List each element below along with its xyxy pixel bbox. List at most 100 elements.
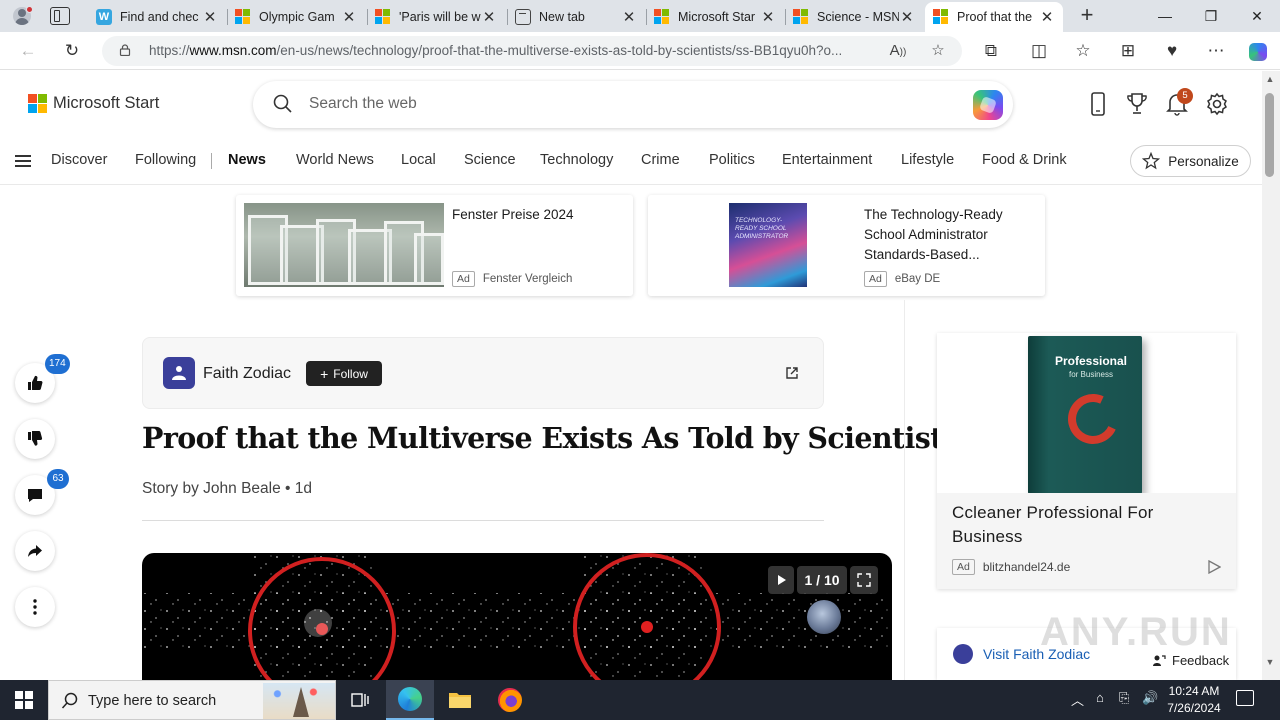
personalize-button[interactable]: Personalize bbox=[1130, 145, 1251, 177]
likes-count-badge: 174 bbox=[45, 354, 70, 374]
publisher-name[interactable]: Faith Zodiac bbox=[203, 365, 291, 383]
play-slideshow-button[interactable] bbox=[768, 566, 794, 594]
extensions-icon[interactable]: ⧉ bbox=[977, 38, 1005, 64]
scroll-up-arrow[interactable]: ▲ bbox=[1265, 74, 1275, 84]
close-tab-icon[interactable]: ✕ bbox=[899, 8, 915, 26]
folder-icon bbox=[449, 693, 471, 708]
refresh-button[interactable]: ↻ bbox=[58, 38, 86, 64]
back-button[interactable]: ← bbox=[14, 38, 42, 64]
restore-button[interactable]: ❐ bbox=[1188, 4, 1234, 28]
tab-proof-multiverse[interactable]: Proof that the ✕ bbox=[925, 2, 1063, 32]
feedback-button[interactable]: Feedback bbox=[1146, 651, 1236, 670]
close-tab-icon[interactable]: ✕ bbox=[202, 8, 218, 26]
web-search-box[interactable] bbox=[253, 81, 1013, 128]
close-tab-icon[interactable]: ✕ bbox=[341, 8, 357, 26]
tab-science-msn[interactable]: Science - MSN ✕ bbox=[785, 2, 923, 32]
ad-card-ebay-book[interactable]: TECHNOLOGY-READY SCHOOL ADMINISTRATOR Th… bbox=[648, 195, 1045, 296]
article-headline: Proof that the Multiverse Exists As Told… bbox=[142, 421, 959, 455]
volume-icon[interactable]: 🔊 bbox=[1142, 690, 1158, 706]
publisher-logo[interactable] bbox=[163, 357, 195, 389]
search-input[interactable] bbox=[309, 93, 949, 115]
read-aloud-icon[interactable]: A)) bbox=[887, 40, 909, 62]
split-screen-icon[interactable]: ◫ bbox=[1025, 38, 1053, 64]
tab-actions-icon[interactable] bbox=[50, 7, 70, 25]
adchoices-icon[interactable] bbox=[1207, 560, 1221, 574]
nav-local[interactable]: Local bbox=[401, 152, 436, 168]
nav-crime[interactable]: Crime bbox=[641, 152, 680, 168]
ad-card-fenster[interactable]: Fenster Preise 2024 Ad Fenster Vergleich bbox=[236, 195, 633, 296]
show-hidden-icons-icon[interactable]: ︿ bbox=[1071, 690, 1084, 709]
fullscreen-button[interactable] bbox=[850, 566, 878, 594]
nav-politics[interactable]: Politics bbox=[709, 152, 755, 168]
nav-technology[interactable]: Technology bbox=[540, 152, 613, 168]
minimize-button[interactable]: — bbox=[1142, 4, 1188, 28]
settings-gear-icon[interactable] bbox=[1205, 91, 1229, 117]
phone-icon[interactable] bbox=[1086, 91, 1110, 117]
favorite-star-icon[interactable]: ☆ bbox=[927, 40, 949, 62]
lock-icon[interactable] bbox=[119, 44, 131, 56]
tab-olympic-games[interactable]: Olympic Gam ✕ bbox=[227, 2, 365, 32]
favorites-icon[interactable]: ☆ bbox=[1069, 38, 1097, 64]
nav-lifestyle[interactable]: Lifestyle bbox=[901, 152, 954, 168]
publisher-card: Faith Zodiac + Follow bbox=[142, 337, 824, 409]
divider bbox=[142, 520, 824, 521]
tab-microsoft-start[interactable]: Microsoft Star ✕ bbox=[646, 2, 784, 32]
copilot-icon[interactable] bbox=[973, 90, 1003, 120]
open-external-icon[interactable] bbox=[784, 365, 800, 381]
close-window-button[interactable]: ✕ bbox=[1234, 4, 1280, 28]
taskbar-clock[interactable]: 10:24 AM 7/26/2024 bbox=[1158, 683, 1230, 717]
rewards-trophy-icon[interactable] bbox=[1125, 91, 1149, 117]
nav-following[interactable]: Following bbox=[135, 152, 196, 168]
action-center-icon[interactable] bbox=[1236, 690, 1254, 706]
url-text[interactable]: https://www.msn.com/en-us/news/technolog… bbox=[149, 43, 889, 58]
file-explorer-button[interactable] bbox=[436, 680, 484, 720]
firefox-taskbar-button[interactable] bbox=[486, 680, 534, 720]
ad-title: The Technology-Ready School Administrato… bbox=[864, 207, 1003, 262]
taskbar-search-box[interactable]: Type here to search bbox=[48, 680, 336, 720]
collections-icon[interactable]: ⊞ bbox=[1114, 38, 1142, 64]
start-button[interactable] bbox=[0, 680, 48, 720]
more-options-button[interactable] bbox=[15, 587, 55, 627]
hamburger-menu-icon[interactable] bbox=[15, 155, 31, 167]
close-tab-icon[interactable]: ✕ bbox=[760, 8, 776, 26]
scrollbar-thumb[interactable] bbox=[1265, 93, 1274, 177]
address-bar[interactable]: https://www.msn.com/en-us/news/technolog… bbox=[102, 36, 962, 66]
edge-taskbar-button[interactable] bbox=[386, 680, 434, 720]
sidebar-ad-ccleaner[interactable]: Professional for Business Ccleaner Profe… bbox=[937, 333, 1236, 589]
performance-icon[interactable]: ♥ bbox=[1158, 38, 1186, 64]
copilot-sidebar-icon[interactable] bbox=[1244, 38, 1272, 64]
browser-toolbar: ← ↻ https://www.msn.com/en-us/news/techn… bbox=[0, 32, 1280, 70]
publisher-logo-icon bbox=[172, 366, 186, 380]
close-tab-icon[interactable]: ✕ bbox=[621, 8, 637, 26]
microsoft-start-logo[interactable]: Microsoft Start bbox=[28, 94, 159, 113]
nav-food-drink[interactable]: Food & Drink bbox=[982, 152, 1067, 168]
tab-paris[interactable]: 'Paris will be w ✕ bbox=[367, 2, 505, 32]
more-menu-icon[interactable]: ⋯ bbox=[1202, 38, 1230, 64]
windows-taskbar: Type here to search ︿ ⌂ ⎘ 🔊 10:24 AM 7/2… bbox=[0, 680, 1280, 720]
tab-find-and-check[interactable]: W Find and chec ✕ bbox=[88, 2, 226, 32]
close-tab-icon[interactable]: ✕ bbox=[1039, 8, 1055, 26]
notification-count-badge: 5 bbox=[1177, 88, 1193, 104]
ad-source: Ad eBay DE bbox=[864, 271, 940, 287]
close-tab-icon[interactable]: ✕ bbox=[481, 8, 497, 26]
scroll-down-arrow[interactable]: ▼ bbox=[1265, 657, 1275, 667]
tab-new-tab[interactable]: New tab ✕ bbox=[507, 2, 645, 32]
dislike-button[interactable] bbox=[15, 419, 55, 459]
network-icon[interactable]: ⎘ bbox=[1119, 690, 1129, 706]
meet-now-icon[interactable]: ⌂ bbox=[1096, 690, 1104, 705]
nav-entertainment[interactable]: Entertainment bbox=[782, 152, 872, 168]
new-tab-button[interactable]: + bbox=[1075, 4, 1099, 28]
browser-tab-strip: W Find and chec ✕ Olympic Gam ✕ 'Paris w… bbox=[0, 0, 1280, 32]
microsoft-logo-icon bbox=[28, 94, 47, 113]
nav-news[interactable]: News bbox=[228, 152, 266, 168]
play-icon bbox=[778, 575, 786, 585]
nav-world-news[interactable]: World News bbox=[296, 152, 374, 168]
share-button[interactable] bbox=[15, 531, 55, 571]
task-view-button[interactable] bbox=[336, 680, 384, 720]
nav-science[interactable]: Science bbox=[464, 152, 516, 168]
fullscreen-icon bbox=[857, 573, 871, 587]
thumbs-up-icon bbox=[28, 375, 43, 390]
nav-discover[interactable]: Discover bbox=[51, 152, 107, 168]
follow-button[interactable]: + Follow bbox=[306, 361, 382, 386]
profile-avatar-icon[interactable] bbox=[10, 5, 34, 27]
